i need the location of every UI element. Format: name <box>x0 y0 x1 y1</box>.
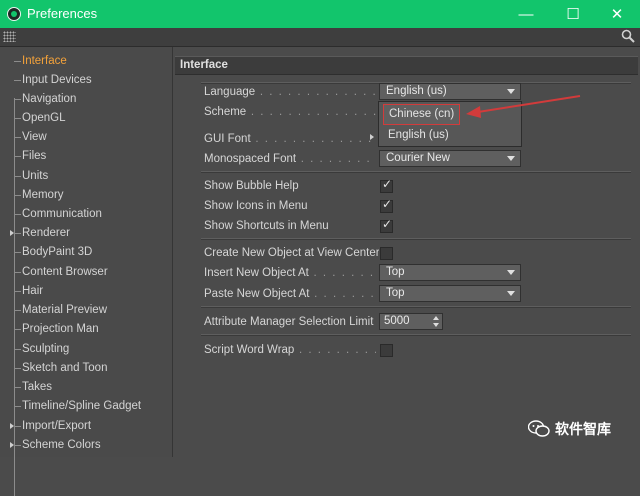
sidebar-item-interface[interactable]: Interface <box>0 52 172 71</box>
language-select[interactable]: English (us) <box>379 83 521 100</box>
sidebar-item-label: Communication <box>22 208 102 220</box>
sidebar-item-label: Hair <box>22 285 44 297</box>
group-divider <box>201 238 631 240</box>
show-bubble-help-label: Show Bubble Help <box>204 180 299 192</box>
sidebar-item-sketch-and-toon[interactable]: Sketch and Toon <box>0 359 172 378</box>
sidebar-item-memory[interactable]: Memory <box>0 186 172 205</box>
sidebar-item-view[interactable]: View <box>0 128 172 147</box>
sidebar-item-content-browser[interactable]: Content Browser <box>0 263 172 282</box>
close-button[interactable]: ✕ <box>594 0 640 28</box>
attr-selection-limit-label: Attribute Manager Selection Limit <box>204 316 374 328</box>
check-icon: ✓ <box>382 197 393 211</box>
sidebar-item-communication[interactable]: Communication <box>0 205 172 224</box>
paste-new-object-label: Paste New Object At . . . . . . . . . <box>204 288 376 300</box>
chevron-down-icon <box>507 89 515 94</box>
sidebar-item-label: Sculpting <box>22 343 70 355</box>
title-bar: Preferences — ☐ ✕ <box>0 0 640 28</box>
minimize-button[interactable]: — <box>503 0 549 28</box>
sidebar-item-material-preview[interactable]: Material Preview <box>0 301 172 320</box>
show-icons-menu-checkbox[interactable]: ✓ <box>380 197 393 213</box>
sidebar-item-units[interactable]: Units <box>0 167 172 186</box>
chevron-down-icon <box>507 270 515 275</box>
language-dropdown: Chinese (cn) English (us) <box>378 101 522 147</box>
show-bubble-help-checkbox[interactable]: ✓ <box>380 177 393 193</box>
check-icon: ✓ <box>382 177 393 191</box>
maximize-button[interactable]: ☐ <box>550 0 596 28</box>
window-title: Preferences <box>27 6 98 21</box>
mono-font-label: Monospaced Font . . . . . . . . . . <box>204 153 376 165</box>
script-word-wrap-checkbox[interactable] <box>380 344 393 357</box>
paste-new-object-select[interactable]: Top <box>379 285 521 302</box>
sidebar-item-sculpting[interactable]: Sculpting <box>0 340 172 359</box>
group-divider <box>201 334 631 336</box>
sidebar-item-label: Scheme Colors <box>22 439 101 451</box>
sidebar-item-label: Content Browser <box>22 266 108 278</box>
show-shortcuts-menu-label: Show Shortcuts in Menu <box>204 220 329 232</box>
language-label: Language . . . . . . . . . . . . . . . .… <box>204 86 376 98</box>
watermark-text: 软件智库 <box>555 421 611 437</box>
sidebar-item-timeline-spline-gadget[interactable]: Timeline/Spline Gadget <box>0 397 172 416</box>
sidebar-item-import-export[interactable]: Import/Export <box>0 417 172 436</box>
sidebar-item-input-devices[interactable]: Input Devices <box>0 71 172 90</box>
chevron-down-icon <box>507 156 515 161</box>
sidebar-item-label: Files <box>22 150 47 162</box>
sidebar-item-label: Import/Export <box>22 420 92 432</box>
gui-font-label: GUI Font . . . . . . . . . . . . . . . . <box>204 133 376 145</box>
sidebar-item-label: Material Preview <box>22 304 107 316</box>
sidebar-item-bodypaint-3d[interactable]: BodyPaint 3D <box>0 243 172 262</box>
show-shortcuts-menu-checkbox[interactable]: ✓ <box>380 217 393 233</box>
app-icon <box>7 7 21 21</box>
scheme-label: Scheme . . . . . . . . . . . . . . . . .… <box>204 106 376 118</box>
sidebar-item-label: View <box>22 131 47 143</box>
section-title: Interface <box>175 56 638 75</box>
sidebar-item-label: Timeline/Spline Gadget <box>22 400 142 412</box>
sidebar-item-label: Navigation <box>22 93 77 105</box>
grid-menu-icon[interactable] <box>3 31 16 42</box>
sidebar-item-files[interactable]: Files <box>0 147 172 166</box>
sidebar-item-label: Takes <box>22 381 53 393</box>
sidebar-item-label: Renderer <box>22 227 70 239</box>
sidebar-item-hair[interactable]: Hair <box>0 282 172 301</box>
create-new-object-label: Create New Object at View Center <box>204 247 379 259</box>
sidebar-item-takes[interactable]: Takes <box>0 378 172 397</box>
script-word-wrap-label: Script Word Wrap . . . . . . . . . . . <box>204 344 376 356</box>
dropdown-option-chinese[interactable]: Chinese (cn) <box>383 104 461 125</box>
sidebar-item-label: Input Devices <box>22 74 92 86</box>
check-icon: ✓ <box>382 217 393 231</box>
insert-new-object-label: Insert New Object At . . . . . . . . . <box>204 267 376 279</box>
sidebar-item-scheme-colors[interactable]: Scheme Colors <box>0 436 172 455</box>
settings-panel: Interface Language . . . . . . . . . . .… <box>173 47 640 457</box>
attr-selection-limit-input[interactable]: 5000 <box>379 313 443 330</box>
sidebar-item-navigation[interactable]: Navigation <box>0 90 172 109</box>
gui-font-expand-icon[interactable] <box>370 134 374 140</box>
sidebar-item-renderer[interactable]: Renderer <box>0 224 172 243</box>
sidebar-item-label: BodyPaint 3D <box>22 246 93 258</box>
sidebar-item-label: Memory <box>22 189 64 201</box>
spin-up-icon[interactable] <box>433 316 439 320</box>
sidebar-item-label: Projection Man <box>22 323 99 335</box>
sidebar-item-label: OpenGL <box>22 112 66 124</box>
toolbar <box>0 28 640 47</box>
wechat-icon <box>528 420 550 437</box>
chevron-down-icon <box>507 291 515 296</box>
group-divider <box>201 171 631 173</box>
watermark: 软件智库 <box>528 419 611 439</box>
dropdown-option-english[interactable]: English (us) <box>383 126 454 145</box>
insert-new-object-select[interactable]: Top <box>379 264 521 281</box>
sidebar-item-label: Interface <box>22 55 67 67</box>
create-new-object-checkbox[interactable] <box>380 247 393 260</box>
spin-down-icon[interactable] <box>433 323 439 327</box>
group-divider <box>201 306 631 308</box>
mono-font-select[interactable]: Courier New <box>379 150 521 167</box>
show-icons-menu-label: Show Icons in Menu <box>204 200 308 212</box>
sidebar: Interface Input Devices Navigation OpenG… <box>0 47 173 496</box>
sidebar-item-projection-man[interactable]: Projection Man <box>0 320 172 339</box>
sidebar-item-label: Units <box>22 170 49 182</box>
sidebar-item-label: Sketch and Toon <box>22 362 108 374</box>
sidebar-item-opengl[interactable]: OpenGL <box>0 109 172 128</box>
search-icon[interactable] <box>621 29 635 43</box>
